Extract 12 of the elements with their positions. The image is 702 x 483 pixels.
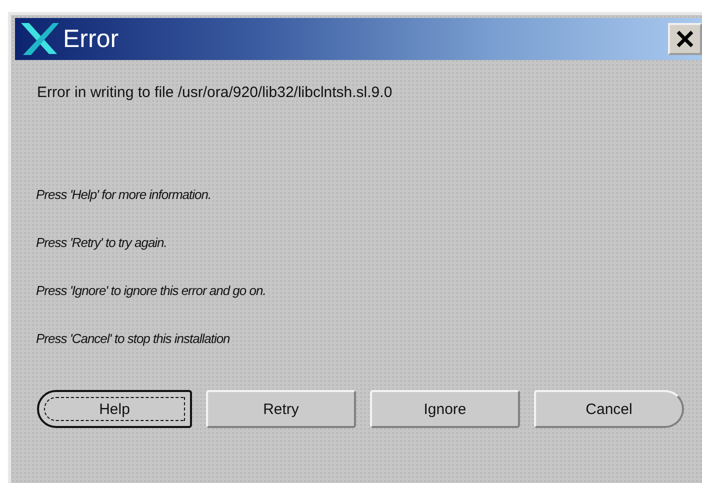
dialog-button[interactable]: Cancel [534, 390, 684, 428]
instruction-text: Press 'Cancel' to stop this installation [36, 331, 231, 346]
window-title: Error [63, 24, 120, 54]
dialog-button[interactable]: Ignore [370, 390, 520, 428]
instruction-text: Press 'Ignore' to ignore this error and go on. [36, 283, 267, 298]
close-button[interactable] [668, 23, 702, 55]
error-message: Error in writing to file /usr/ora/920/lib32/libclntsh.sl.9.0 [37, 84, 394, 101]
instruction-text: Press 'Retry' to try again. [36, 235, 168, 250]
dialog-button[interactable]: Help [37, 390, 192, 428]
dialog-button[interactable]: Retry [206, 390, 356, 428]
instruction-text: Press 'Help' for more information. [36, 187, 212, 202]
close-icon [675, 29, 695, 49]
